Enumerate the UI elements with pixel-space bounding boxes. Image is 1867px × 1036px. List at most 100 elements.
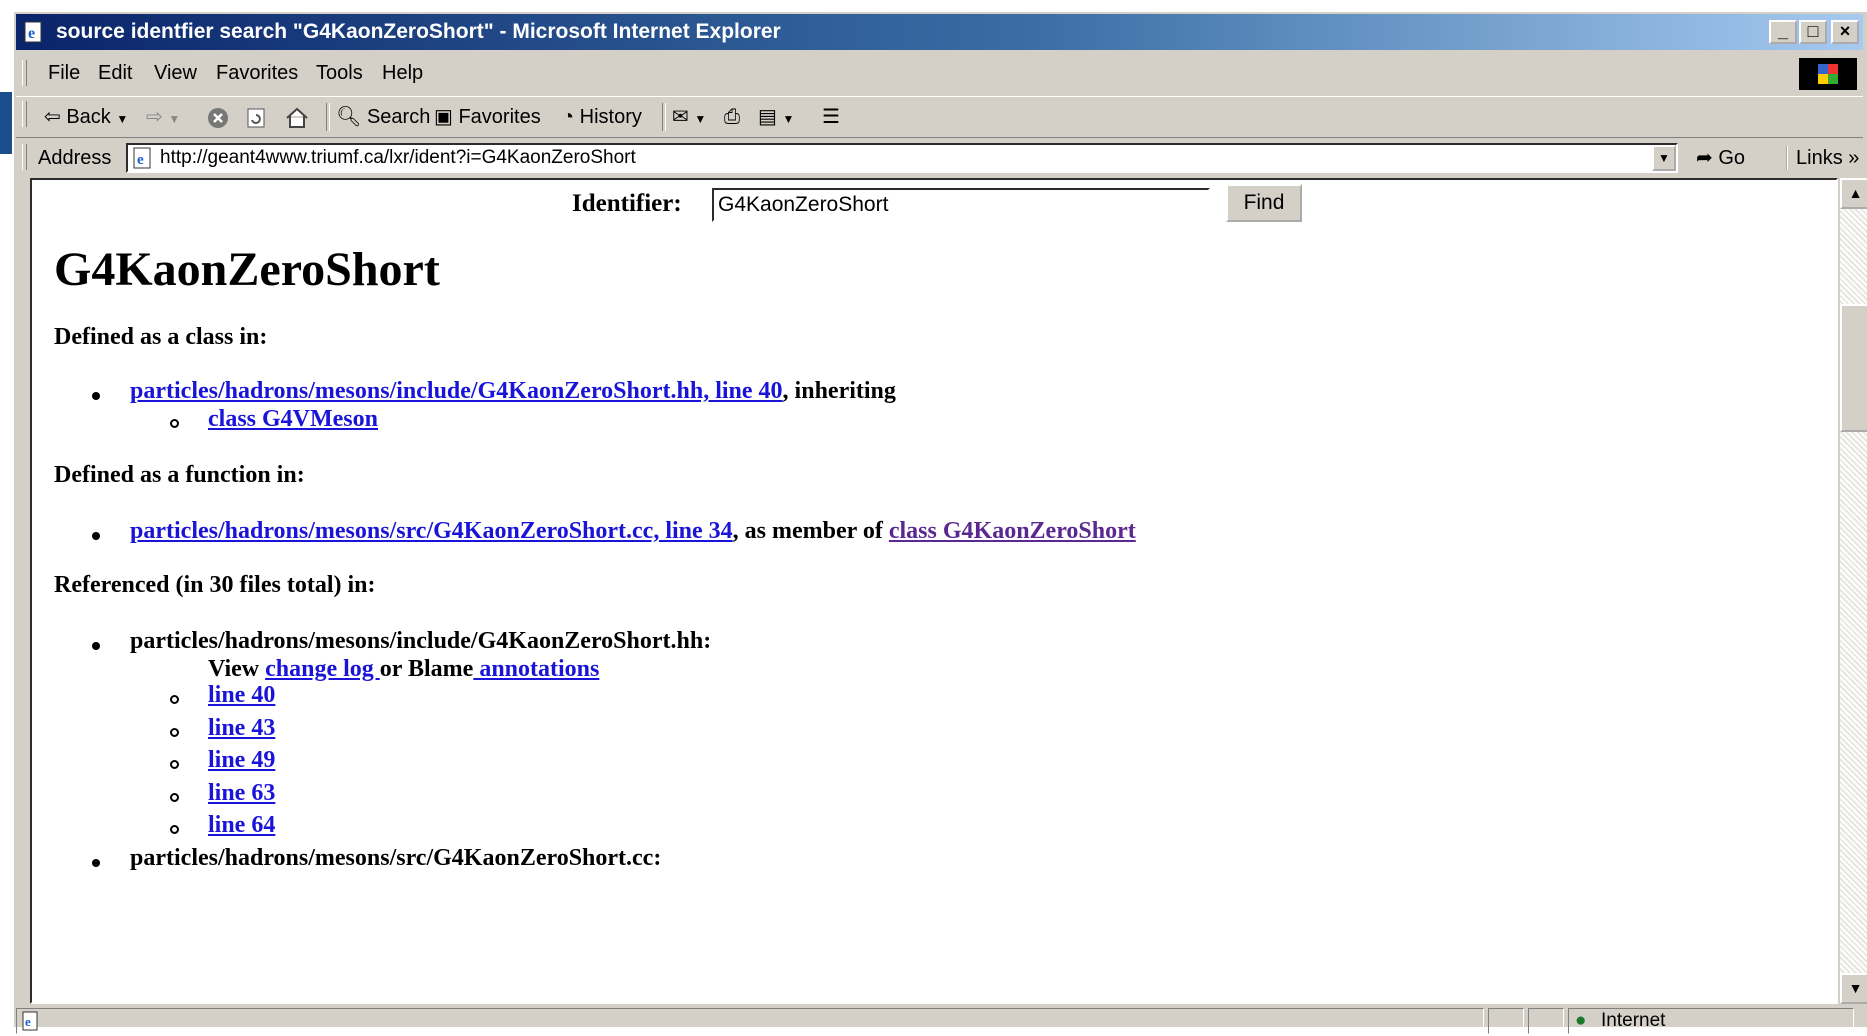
view-prefix: View <box>208 656 260 682</box>
class-file-link[interactable]: particles/hadrons/mesons/include/G4KaonZ… <box>130 378 783 404</box>
mail-button[interactable]: ✉ ▼ <box>672 103 706 131</box>
discuss-button[interactable]: ☰ <box>822 103 840 131</box>
bullet <box>92 392 100 400</box>
history-button[interactable]: ◔ History <box>562 103 642 131</box>
menu-view[interactable]: View <box>154 56 197 90</box>
ie-page-icon: e <box>22 1011 38 1031</box>
chevron-down-icon: ▼ <box>694 112 707 126</box>
print-button[interactable]: ⎙ <box>724 103 740 131</box>
search-label: Search <box>366 106 431 128</box>
history-icon: ◔ <box>562 106 575 128</box>
refresh-button[interactable] <box>244 103 268 131</box>
back-arrow-icon: ⇦ <box>44 106 61 128</box>
class-definition-item: particles/hadrons/mesons/include/G4KaonZ… <box>130 378 896 405</box>
referenced-file-1: particles/hadrons/mesons/include/G4KaonZ… <box>130 628 712 654</box>
forward-arrow-icon: ⇨ <box>146 106 163 128</box>
bullet <box>92 642 100 650</box>
scroll-thumb[interactable] <box>1840 304 1867 432</box>
desktop-accent <box>0 92 12 154</box>
vertical-scrollbar[interactable]: ▲ ▼ <box>1840 178 1867 1004</box>
bullet <box>92 532 100 540</box>
home-icon <box>286 107 308 128</box>
favorites-label: Favorites <box>458 106 541 128</box>
search-button[interactable]: 🔍︎ Search <box>336 103 430 131</box>
edit-button[interactable]: ▤ ▼ <box>758 103 794 131</box>
menu-favorites[interactable]: Favorites <box>216 56 298 90</box>
toolbar-separator <box>326 103 330 131</box>
menu-grip[interactable] <box>22 60 27 86</box>
change-log-link[interactable]: change log <box>265 656 380 682</box>
globe-icon: ● <box>1575 1010 1587 1031</box>
edit-icon: ▤ <box>758 106 777 128</box>
zone-label: Internet <box>1601 1010 1666 1031</box>
status-text-pane: e <box>16 1008 1484 1034</box>
annotations-link[interactable]: annotations <box>473 656 599 682</box>
line-link[interactable]: line 49 <box>208 747 275 773</box>
page-title: G4KaonZeroShort <box>54 243 440 296</box>
menu-file[interactable]: File <box>48 56 80 90</box>
address-dropdown-button[interactable]: ▼ <box>1652 145 1676 171</box>
address-input[interactable] <box>160 146 1640 170</box>
go-arrow-icon: ➦ <box>1696 147 1713 169</box>
view-links-line: View change log or Blame annotations <box>208 656 599 683</box>
home-button[interactable] <box>284 103 310 131</box>
base-class-link[interactable]: class G4VMeson <box>208 406 378 432</box>
favorites-button[interactable]: ▣ Favorites <box>434 103 541 131</box>
status-bar: e ● Internet <box>16 1006 1863 1036</box>
line-link[interactable]: line 43 <box>208 715 275 741</box>
line-item: line 49 <box>208 747 275 774</box>
refresh-icon <box>247 108 265 128</box>
line-item: line 40 <box>208 682 275 709</box>
window-title: source identfier search "G4KaonZeroShort… <box>56 20 781 43</box>
links-button[interactable]: Links » <box>1786 146 1859 170</box>
scroll-up-button[interactable]: ▲ <box>1840 178 1867 209</box>
stop-icon <box>208 107 228 128</box>
toolbar-grip[interactable] <box>22 101 27 127</box>
sub-bullet <box>170 793 179 802</box>
address-grip[interactable] <box>22 144 27 170</box>
chevron-down-icon: ▼ <box>116 112 129 126</box>
forward-button[interactable]: ⇨ ▼ <box>146 103 180 131</box>
menu-help[interactable]: Help <box>382 56 423 90</box>
line-link[interactable]: line 63 <box>208 780 275 806</box>
sub-bullet <box>170 419 179 428</box>
line-link[interactable]: line 64 <box>208 812 275 838</box>
member-class-link[interactable]: class G4KaonZeroShort <box>889 518 1136 544</box>
windows-logo-icon <box>1799 58 1857 90</box>
status-pane <box>1528 1008 1564 1034</box>
sub-bullet <box>170 728 179 737</box>
back-button[interactable]: ⇦ Back ▼ <box>44 103 128 131</box>
minimize-button[interactable]: _ <box>1769 20 1797 44</box>
menu-edit[interactable]: Edit <box>98 56 132 90</box>
stop-button[interactable] <box>206 103 230 131</box>
ie-page-icon: e <box>133 147 151 169</box>
favorites-icon: ▣ <box>434 106 453 128</box>
identifier-input[interactable] <box>712 188 1210 222</box>
menu-tools[interactable]: Tools <box>316 56 363 90</box>
ie-page-icon: e <box>24 21 42 43</box>
discuss-icon: ☰ <box>822 106 840 128</box>
address-field[interactable]: e ▼ <box>126 143 1678 173</box>
history-label: History <box>579 106 642 128</box>
search-icon: 🔍︎ <box>336 106 362 128</box>
find-button[interactable]: Find <box>1226 184 1302 222</box>
svg-text:e: e <box>28 25 35 42</box>
links-label: Links <box>1796 147 1843 169</box>
function-file-link[interactable]: particles/hadrons/mesons/src/G4KaonZeroS… <box>130 518 733 544</box>
or-blame-text: or Blame <box>379 656 474 682</box>
class-heading: Defined as a class in: <box>54 324 268 350</box>
base-class-item: class G4VMeson <box>208 406 378 433</box>
bullet <box>92 859 100 867</box>
scroll-down-button[interactable]: ▼ <box>1840 973 1867 1004</box>
close-button[interactable]: × <box>1831 20 1859 44</box>
referenced-file-2: particles/hadrons/mesons/src/G4KaonZeroS… <box>130 845 662 871</box>
line-link[interactable]: line 40 <box>208 682 275 708</box>
identifier-label: Identifier: <box>572 190 682 217</box>
chevron-down-icon: ▼ <box>1848 980 1863 996</box>
sub-bullet <box>170 825 179 834</box>
maximize-button[interactable]: □ <box>1799 20 1827 44</box>
go-button[interactable]: ➦ Go <box>1696 146 1745 170</box>
line-item: line 43 <box>208 715 275 742</box>
chevron-right-icon: » <box>1848 147 1860 169</box>
member-of-text: , as member of <box>732 518 883 544</box>
